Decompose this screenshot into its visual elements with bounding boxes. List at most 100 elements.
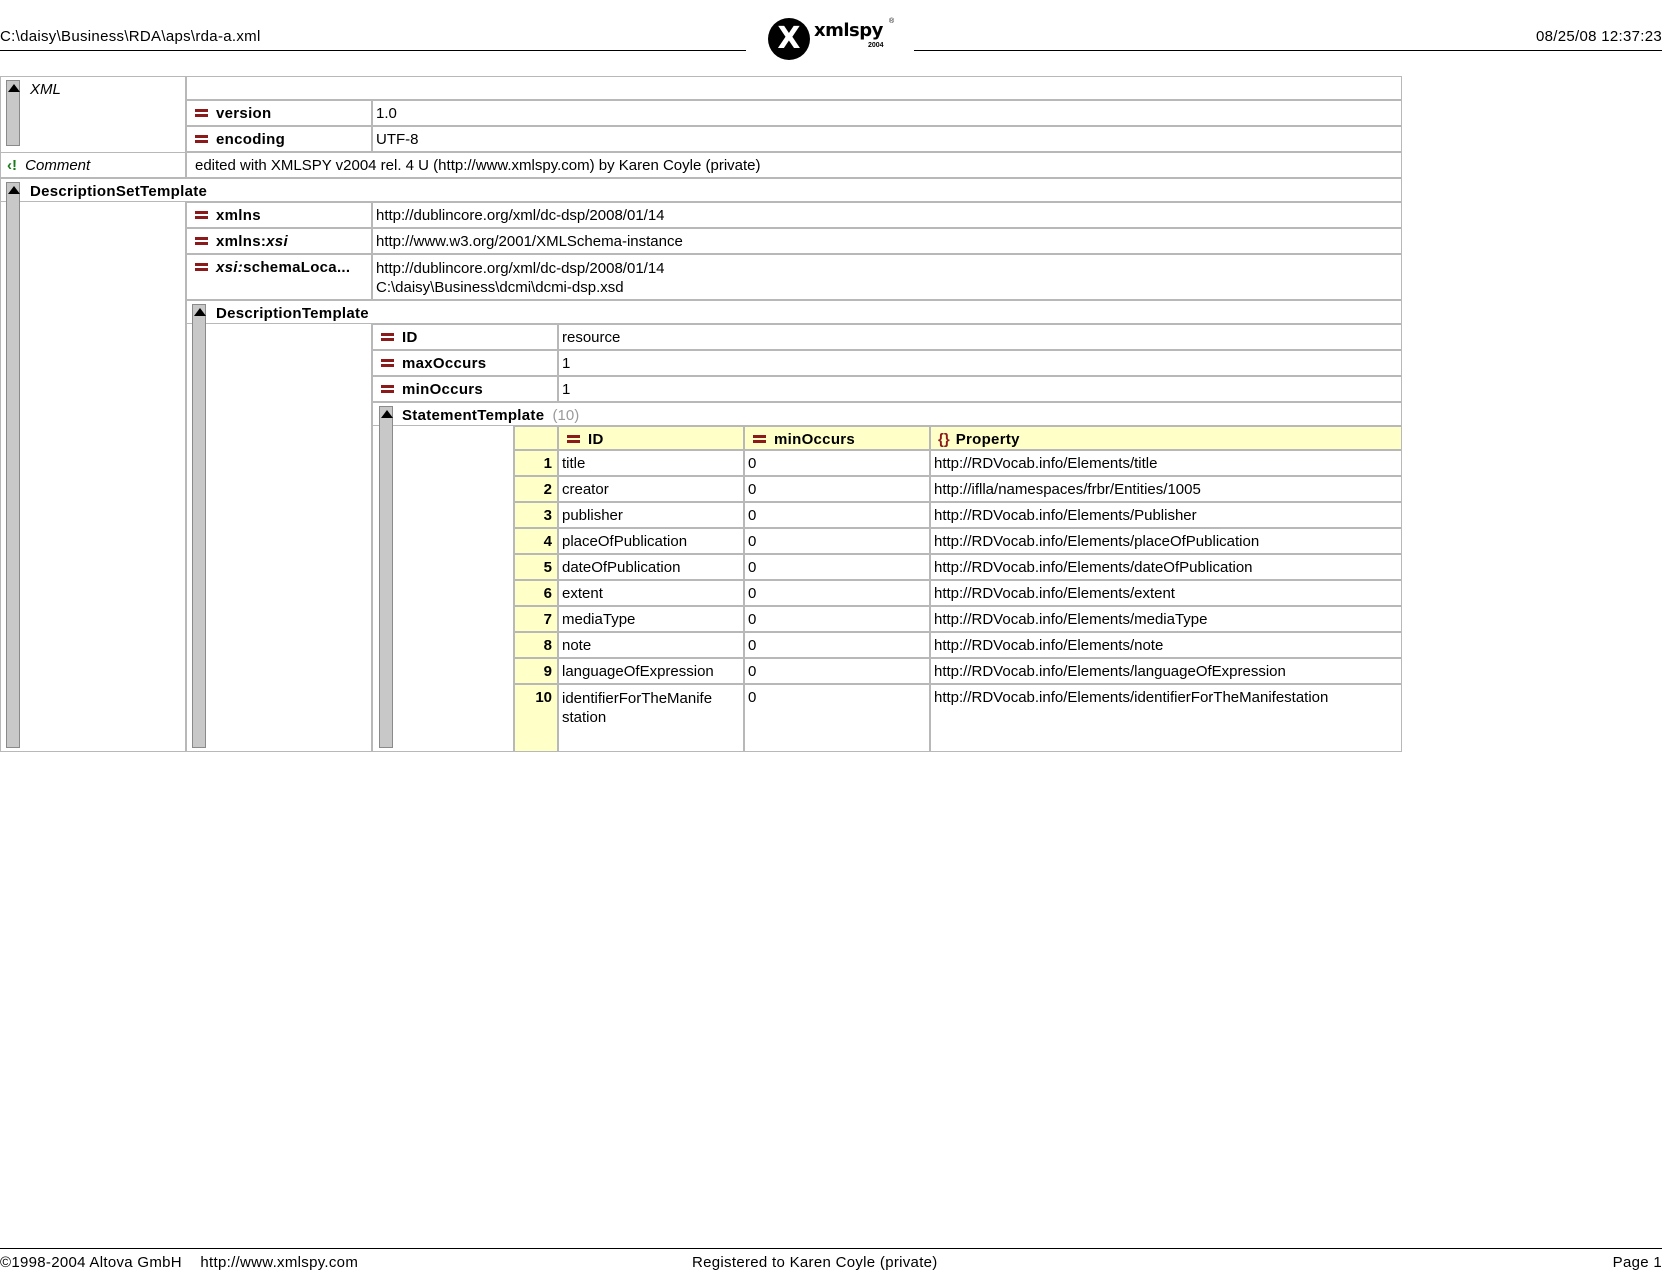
cell-id[interactable]: identifierForTheManife station: [558, 684, 744, 752]
attr-name-suffix: xsi: [266, 233, 288, 250]
statement-template-node[interactable]: [372, 402, 514, 752]
column-header-minoccurs[interactable]: minOccurs: [744, 426, 930, 450]
copyright-text: ©1998-2004 Altova GmbH: [0, 1254, 182, 1271]
registered-to: Registered to Karen Coyle (private): [692, 1254, 938, 1271]
cell-minoccurs[interactable]: 0: [744, 502, 930, 528]
attr-dt-minoccurs-value[interactable]: 1: [558, 376, 1402, 402]
attr-schema-location[interactable]: xsi:schemaLoca...: [186, 254, 372, 300]
cell-id[interactable]: extent: [558, 580, 744, 606]
comment-node[interactable]: ‹! Comment: [0, 152, 186, 178]
attr-version-value[interactable]: 1.0: [372, 100, 1402, 126]
description-template-header[interactable]: DescriptionTemplate: [186, 300, 1402, 324]
row-number[interactable]: 6: [514, 580, 558, 606]
row-number[interactable]: 10: [514, 684, 558, 752]
logo-registered-mark: ®: [889, 18, 895, 25]
cell-property[interactable]: http://iflla/namespaces/frbr/Entities/10…: [930, 476, 1402, 502]
dst-collapse-toggle[interactable]: [6, 182, 20, 748]
cell-id[interactable]: note: [558, 632, 744, 658]
cell-minoccurs[interactable]: 0: [744, 476, 930, 502]
collapse-arrow-icon: [194, 308, 206, 316]
attr-dt-id[interactable]: ID: [372, 324, 558, 350]
column-label: ID: [588, 431, 604, 448]
cell-property[interactable]: http://RDVocab.info/Elements/mediaType: [930, 606, 1402, 632]
attribute-icon: [195, 107, 208, 119]
xml-declaration-node[interactable]: XML: [0, 76, 186, 154]
dt-collapse-toggle[interactable]: [192, 304, 206, 748]
row-number[interactable]: 8: [514, 632, 558, 658]
row-number[interactable]: 1: [514, 450, 558, 476]
cell-property[interactable]: http://RDVocab.info/Elements/identifierF…: [930, 684, 1402, 752]
attr-name: minOccurs: [402, 381, 484, 398]
attr-dt-maxoccurs[interactable]: maxOccurs: [372, 350, 558, 376]
cell-minoccurs[interactable]: 0: [744, 606, 930, 632]
xml-header-cell: [186, 76, 1402, 100]
cell-minoccurs[interactable]: 0: [744, 554, 930, 580]
comment-text[interactable]: edited with XMLSPY v2004 rel. 4 U (http:…: [186, 152, 1402, 178]
attr-name: xmlns: [216, 207, 261, 224]
cell-id[interactable]: publisher: [558, 502, 744, 528]
cell-property[interactable]: http://RDVocab.info/Elements/languageOfE…: [930, 658, 1402, 684]
statement-template-header[interactable]: StatementTemplate (10): [372, 402, 1402, 426]
cell-property[interactable]: http://RDVocab.info/Elements/note: [930, 632, 1402, 658]
description-set-template-node[interactable]: [0, 178, 186, 752]
attribute-icon: [195, 133, 208, 145]
cell-id[interactable]: title: [558, 450, 744, 476]
cell-property[interactable]: http://RDVocab.info/Elements/dateOfPubli…: [930, 554, 1402, 580]
cell-property[interactable]: http://RDVocab.info/Elements/extent: [930, 580, 1402, 606]
cell-id[interactable]: mediaType: [558, 606, 744, 632]
cell-minoccurs[interactable]: 0: [744, 528, 930, 554]
cell-property[interactable]: http://RDVocab.info/Elements/title: [930, 450, 1402, 476]
attr-schema-location-value[interactable]: http://dublincore.org/xml/dc-dsp/2008/01…: [372, 254, 1402, 300]
description-set-template-header[interactable]: DescriptionSetTemplate: [0, 178, 1402, 202]
row-number[interactable]: 3: [514, 502, 558, 528]
row-number[interactable]: 7: [514, 606, 558, 632]
attr-encoding[interactable]: encoding: [186, 126, 372, 152]
schema-location-line-2: C:\daisy\Business\dcmi\dcmi-dsp.xsd: [376, 279, 624, 296]
cell-id-line-2: station: [562, 709, 607, 726]
attr-encoding-value[interactable]: UTF-8: [372, 126, 1402, 152]
description-template-node[interactable]: [186, 300, 372, 752]
collapse-arrow-icon: [381, 410, 393, 418]
cell-property[interactable]: http://RDVocab.info/Elements/placeOfPubl…: [930, 528, 1402, 554]
cell-id[interactable]: placeOfPublication: [558, 528, 744, 554]
footer-left: ©1998-2004 Altova GmbH http://www.xmlspy…: [0, 1254, 358, 1271]
attr-dt-maxoccurs-value[interactable]: 1: [558, 350, 1402, 376]
cell-minoccurs[interactable]: 0: [744, 658, 930, 684]
cell-id[interactable]: languageOfExpression: [558, 658, 744, 684]
attribute-icon: [195, 261, 208, 273]
attr-xmlns[interactable]: xmlns: [186, 202, 372, 228]
attribute-icon: [753, 433, 766, 445]
row-number[interactable]: 4: [514, 528, 558, 554]
attr-dt-minoccurs[interactable]: minOccurs: [372, 376, 558, 402]
footer-url: http://www.xmlspy.com: [200, 1254, 359, 1271]
element-count: (10): [552, 407, 580, 424]
row-number[interactable]: 2: [514, 476, 558, 502]
table-corner: [514, 426, 558, 450]
xmlspy-logo: X xmlspy 2004 ®: [768, 18, 898, 60]
attribute-icon: [567, 433, 580, 445]
xml-collapse-toggle[interactable]: [6, 80, 20, 146]
attr-version[interactable]: version: [186, 100, 372, 126]
page-number: Page 1: [1612, 1254, 1662, 1271]
cell-minoccurs[interactable]: 0: [744, 684, 930, 752]
attr-xmlns-xsi[interactable]: xmlns:xsi: [186, 228, 372, 254]
row-number[interactable]: 5: [514, 554, 558, 580]
st-collapse-toggle[interactable]: [379, 406, 393, 748]
column-header-id[interactable]: ID: [558, 426, 744, 450]
element-braces-icon: {}: [938, 431, 950, 448]
cell-property[interactable]: http://RDVocab.info/Elements/Publisher: [930, 502, 1402, 528]
row-number[interactable]: 9: [514, 658, 558, 684]
attr-xmlns-xsi-value[interactable]: http://www.w3.org/2001/XMLSchema-instanc…: [372, 228, 1402, 254]
cell-minoccurs[interactable]: 0: [744, 450, 930, 476]
attr-name-suffix: schemaLoca...: [243, 259, 351, 276]
column-label: Property: [955, 431, 1020, 448]
cell-minoccurs[interactable]: 0: [744, 580, 930, 606]
attribute-icon: [195, 209, 208, 221]
attr-dt-id-value[interactable]: resource: [558, 324, 1402, 350]
cell-minoccurs[interactable]: 0: [744, 632, 930, 658]
cell-id[interactable]: dateOfPublication: [558, 554, 744, 580]
column-header-property[interactable]: {} Property: [930, 426, 1402, 450]
cell-id[interactable]: creator: [558, 476, 744, 502]
comment-icon: ‹!: [7, 157, 17, 174]
attr-xmlns-value[interactable]: http://dublincore.org/xml/dc-dsp/2008/01…: [372, 202, 1402, 228]
